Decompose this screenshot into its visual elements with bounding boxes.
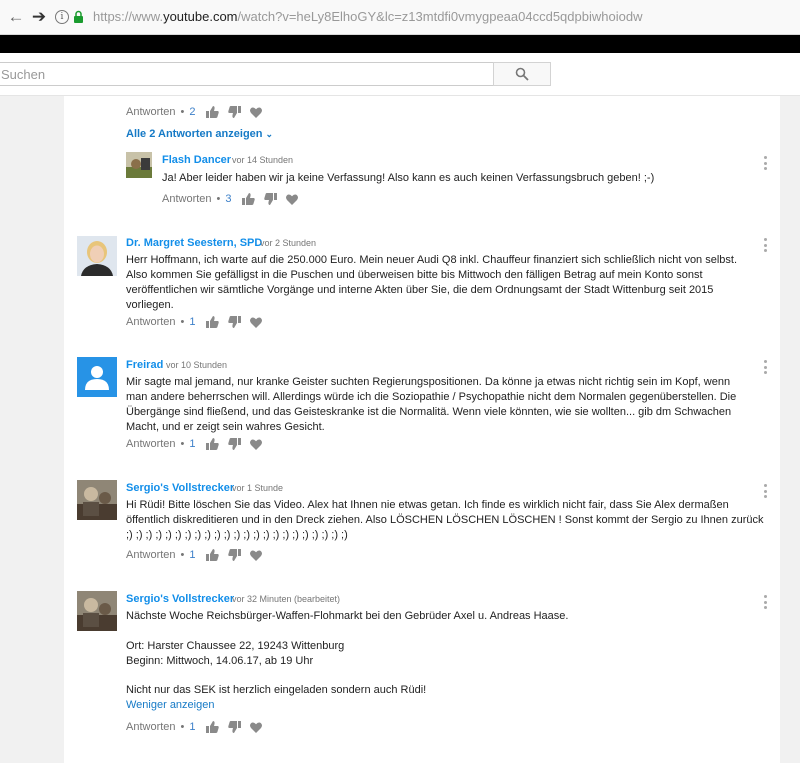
back-arrow-icon[interactable]: ← [6, 7, 26, 27]
reply-button[interactable]: Antworten [126, 438, 176, 450]
forward-arrow-icon[interactable]: ➔ [29, 7, 49, 27]
thumbs-down-icon[interactable] [227, 549, 241, 561]
reply-button[interactable]: Antworten [126, 106, 176, 118]
show-replies-label: Alle 2 Antworten anzeigen [126, 128, 263, 140]
comment-text-line: Beginn: Mittwoch, 14.06.17, ab 19 Uhr [126, 655, 314, 667]
heart-icon[interactable] [249, 549, 262, 561]
separator: • [180, 721, 185, 733]
comment-author[interactable]: Dr. Margret Seestern, SPD [126, 237, 262, 249]
more-options-icon[interactable] [763, 484, 767, 498]
like-count: 3 [225, 193, 232, 205]
heart-icon[interactable] [249, 438, 262, 450]
thumbs-up-icon[interactable] [205, 316, 219, 328]
info-icon[interactable]: i [55, 10, 69, 24]
comment-actions: Antworten • 1 [126, 314, 271, 330]
search-icon [515, 67, 529, 81]
thumbs-down-icon[interactable] [263, 193, 277, 205]
comment-actions: Antworten • 2 [126, 104, 271, 120]
chevron-down-icon: ⌄ [265, 129, 274, 139]
thumbs-down-icon[interactable] [227, 438, 241, 450]
reply-button[interactable]: Antworten [126, 721, 176, 733]
separator: • [180, 549, 185, 561]
url-field[interactable]: https://www.youtube.com/watch?v=heLy8Elh… [93, 9, 642, 24]
comment-text: Mir sagte mal jemand, nur kranke Geister… [126, 376, 737, 433]
comment-author[interactable]: Sergio's Vollstrecker [126, 482, 234, 494]
url-domain: youtube.com [163, 9, 238, 24]
search-button[interactable] [493, 62, 551, 86]
right-gutter [780, 96, 800, 763]
url-path: /watch?v=heLy8ElhoGY&lc=z13mtdfi0vmygpea… [237, 9, 643, 24]
comment-timestamp[interactable]: vor 14 Stunden [232, 155, 293, 165]
separator: • [216, 193, 221, 205]
reply-button[interactable]: Antworten [126, 316, 176, 328]
comment-actions: Antworten • 3 [162, 191, 307, 207]
like-count: 2 [189, 106, 196, 118]
comment-text: Herr Hoffmann, ich warte auf die 250.000… [126, 254, 738, 311]
thumbs-up-icon[interactable] [205, 438, 219, 450]
avatar[interactable] [126, 152, 152, 178]
more-options-icon[interactable] [763, 595, 767, 609]
thumbs-down-icon[interactable] [227, 316, 241, 328]
like-count: 1 [189, 316, 196, 328]
comment-actions: Antworten • 1 [126, 547, 271, 563]
like-count: 1 [189, 438, 196, 450]
browser-address-bar: ← ➔ i https://www.youtube.com/watch?v=he… [0, 0, 800, 35]
like-count: 1 [189, 549, 196, 561]
comment-text: Ja! Aber leider haben wir ja keine Verfa… [162, 172, 655, 184]
avatar[interactable] [77, 480, 117, 520]
comment-author[interactable]: Sergio's Vollstrecker [126, 593, 234, 605]
show-replies-link[interactable]: Alle 2 Antworten anzeigen ⌄ [126, 128, 273, 140]
comment-text-line: Ort: Harster Chaussee 22, 19243 Wittenbu… [126, 640, 345, 652]
heart-icon[interactable] [249, 721, 262, 733]
default-user-icon [77, 357, 117, 397]
lock-icon [74, 10, 83, 23]
thumbs-up-icon[interactable] [205, 106, 219, 118]
more-options-icon[interactable] [763, 238, 767, 252]
search-input[interactable] [0, 62, 493, 86]
separator: • [180, 316, 185, 328]
heart-icon[interactable] [285, 193, 298, 205]
like-count: 1 [189, 721, 196, 733]
separator: • [180, 438, 185, 450]
heart-icon[interactable] [249, 316, 262, 328]
comment-timestamp[interactable]: vor 32 Minuten (bearbeitet) [232, 594, 340, 604]
comment-author[interactable]: Freirad [126, 359, 163, 371]
show-less-link[interactable]: Weniger anzeigen [126, 699, 214, 711]
comment-text: Hi Rüdi! Bitte löschen Sie das Video. Al… [126, 499, 764, 541]
comment-actions: Antworten • 1 [126, 436, 271, 452]
more-options-icon[interactable] [763, 156, 767, 170]
url-prefix: https://www. [93, 9, 164, 24]
comment-text-line: Nicht nur das SEK ist herzlich eingelade… [126, 684, 427, 696]
avatar[interactable] [77, 357, 117, 397]
comment-timestamp[interactable]: vor 2 Stunden [260, 238, 316, 248]
thumbs-down-icon[interactable] [227, 721, 241, 733]
thumbs-up-icon[interactable] [205, 721, 219, 733]
comment-timestamp[interactable]: vor 10 Stunden [166, 360, 227, 370]
left-gutter [0, 96, 64, 763]
thumbs-up-icon[interactable] [241, 193, 255, 205]
reply-button[interactable]: Antworten [162, 193, 212, 205]
separator: • [180, 106, 185, 118]
comment-text-line: Nächste Woche Reichsbürger-Waffen-Flohma… [126, 610, 569, 622]
more-options-icon[interactable] [763, 360, 767, 374]
masthead [0, 53, 800, 96]
avatar[interactable] [77, 591, 117, 631]
comment-timestamp[interactable]: vor 1 Stunde [232, 483, 283, 493]
thumbs-up-icon[interactable] [205, 549, 219, 561]
black-bar [0, 35, 800, 53]
avatar[interactable] [77, 236, 117, 276]
heart-icon[interactable] [249, 106, 262, 118]
comment-author[interactable]: Flash Dancer [162, 154, 231, 166]
reply-button[interactable]: Antworten [126, 549, 176, 561]
thumbs-down-icon[interactable] [227, 106, 241, 118]
comment-actions: Antworten • 1 [126, 719, 271, 735]
